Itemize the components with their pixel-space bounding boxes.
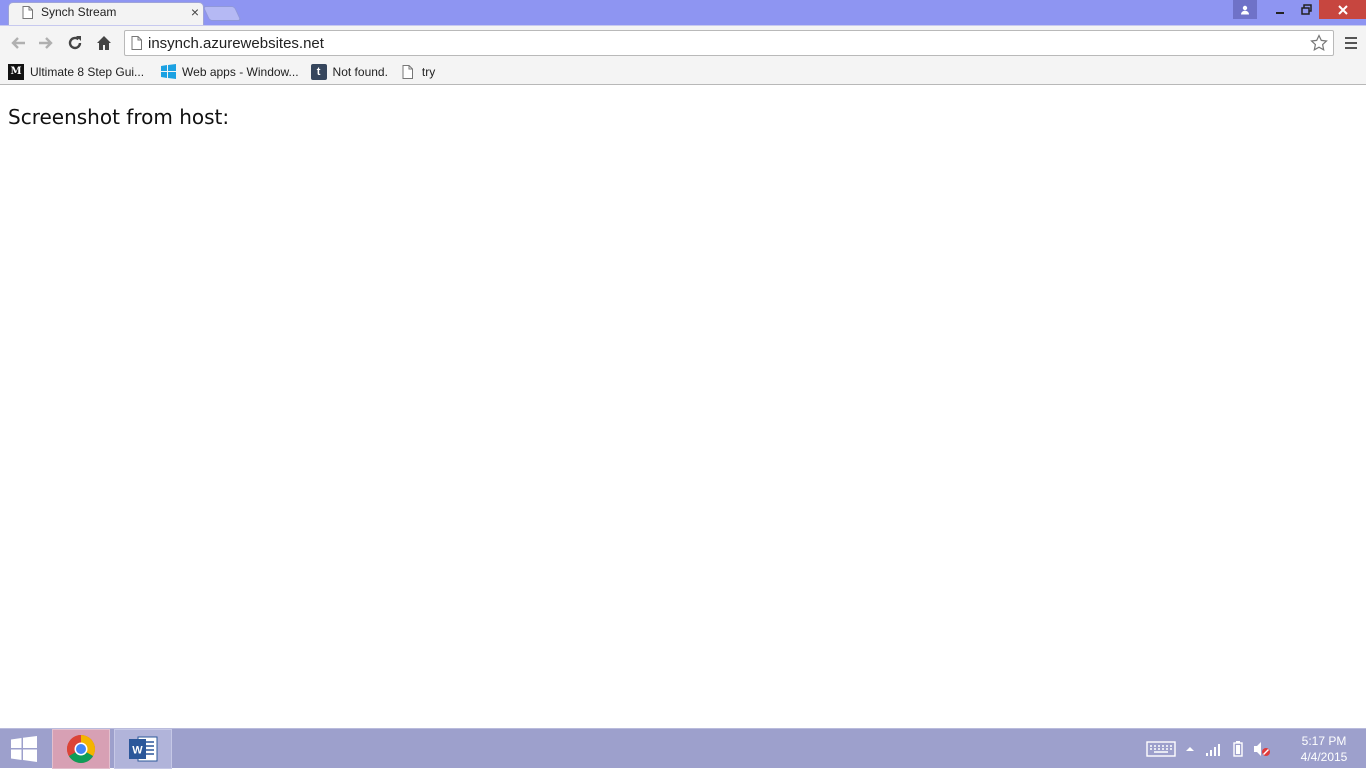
url-text[interactable]: insynch.azurewebsites.net xyxy=(148,35,1307,52)
bookmark-label: Web apps - Window... xyxy=(182,64,299,79)
medium-m-icon: M xyxy=(8,63,24,80)
taskbar-word[interactable]: W xyxy=(114,729,172,769)
back-button[interactable] xyxy=(6,31,30,55)
home-button[interactable] xyxy=(92,31,116,55)
arrow-left-icon xyxy=(10,36,26,50)
page-icon xyxy=(131,36,142,50)
chevron-up-icon[interactable] xyxy=(1178,737,1202,761)
svg-text:W: W xyxy=(132,745,143,757)
bookmark-label: Ultimate 8 Step Gui... xyxy=(30,64,145,79)
bookmark-web-apps[interactable]: Web apps - Window... xyxy=(158,61,307,83)
page-heading: Screenshot from host: xyxy=(8,105,230,129)
windows-logo-icon xyxy=(160,64,176,80)
page-icon xyxy=(22,5,33,19)
bookmark-try[interactable]: try xyxy=(398,61,443,83)
profile-icon[interactable] xyxy=(1233,0,1257,19)
page-icon xyxy=(400,64,416,80)
chrome-menu-button[interactable] xyxy=(1340,32,1362,54)
clock-date: 4/4/2015 xyxy=(1300,750,1348,764)
volume-muted-icon[interactable] xyxy=(1250,737,1274,761)
page-content: Screenshot from host: xyxy=(0,85,1366,728)
forward-button[interactable] xyxy=(34,31,58,55)
bookmarks-bar: M Ultimate 8 Step Gui... Web apps - Wind… xyxy=(0,59,1366,85)
arrow-right-icon xyxy=(38,36,54,50)
new-tab-button[interactable] xyxy=(202,6,242,21)
bookmark-not-found[interactable]: t Not found. xyxy=(309,61,396,83)
system-clock[interactable]: 5:17 PM 4/4/2015 xyxy=(1282,733,1366,765)
taskbar-chrome[interactable] xyxy=(52,729,110,769)
clock-time: 5:17 PM xyxy=(1301,734,1347,748)
close-window-button[interactable] xyxy=(1319,0,1366,19)
bookmark-label: try xyxy=(421,64,436,79)
tab-close-button[interactable]: × xyxy=(188,5,202,19)
minimize-button[interactable] xyxy=(1267,0,1293,19)
bookmark-label: Not found. xyxy=(332,64,388,79)
battery-icon[interactable] xyxy=(1226,737,1250,761)
word-icon: W xyxy=(128,734,158,764)
tab-title: Synch Stream xyxy=(41,5,117,19)
windows-logo-icon xyxy=(11,736,37,762)
network-signal-icon[interactable] xyxy=(1202,737,1226,761)
system-tray: 5:17 PM 4/4/2015 xyxy=(1144,729,1366,769)
window-controls xyxy=(1233,0,1366,19)
windows-taskbar: W 5:17 PM 4/4/2015 xyxy=(0,728,1366,769)
restore-button[interactable] xyxy=(1293,0,1319,19)
home-icon xyxy=(96,35,112,51)
address-bar[interactable]: insynch.azurewebsites.net xyxy=(124,30,1334,56)
reload-icon xyxy=(67,35,83,51)
bookmark-star-icon[interactable] xyxy=(1307,31,1331,55)
browser-toolbar: insynch.azurewebsites.net xyxy=(0,25,1366,59)
reload-button[interactable] xyxy=(63,31,87,55)
keyboard-icon[interactable] xyxy=(1144,737,1178,761)
start-button[interactable] xyxy=(0,729,48,769)
tab-content: Synch Stream × xyxy=(22,0,202,24)
bookmark-ultimate-guide[interactable]: M Ultimate 8 Step Gui... xyxy=(6,61,152,83)
tumblr-t-icon: t xyxy=(310,63,327,80)
chrome-icon xyxy=(66,734,96,764)
browser-titlebar: Synch Stream × xyxy=(0,0,1366,26)
